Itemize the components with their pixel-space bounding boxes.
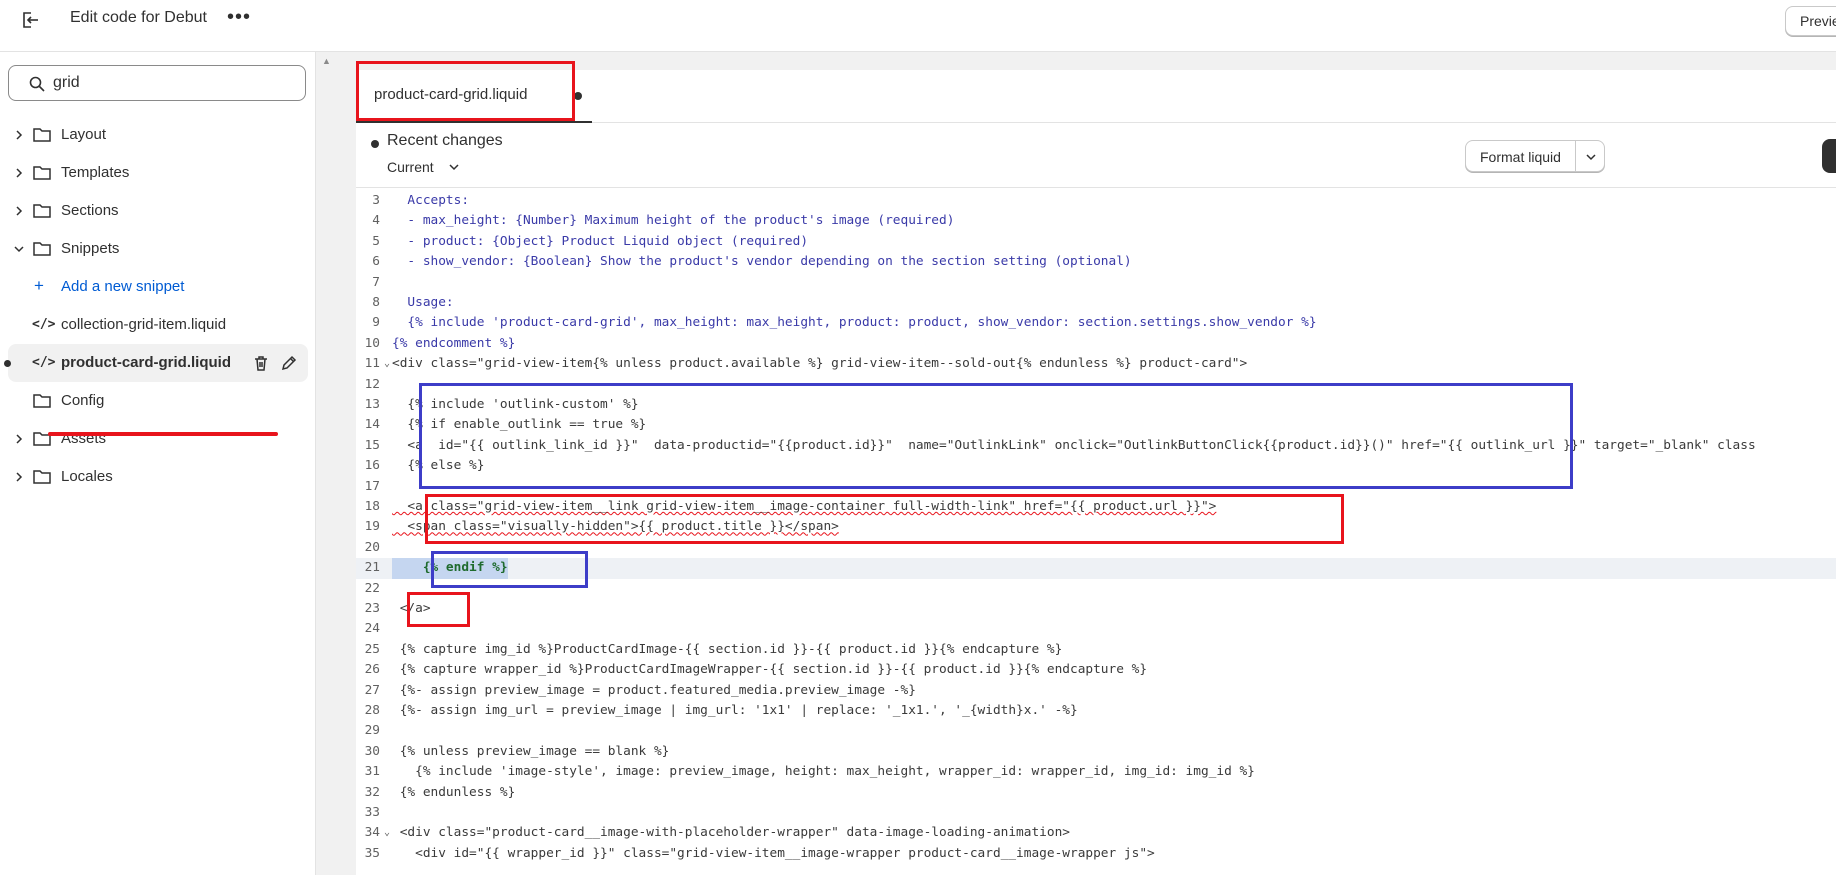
code-line: 33 [364,805,380,820]
folder-snippets[interactable]: Snippets [0,230,316,268]
folder-templates[interactable]: Templates [0,154,316,192]
save-button[interactable] [1822,139,1836,173]
code-line: 8 Usage: [372,295,454,310]
annotation-underline [48,432,278,436]
code-line: 11 ⌄ <div class="grid-view-item{% unless p… [364,356,1248,372]
search-icon [29,76,45,92]
folder-icon [33,470,51,484]
code-line: 34 ⌄ <div class="product-card__image-with… [364,825,1070,841]
exit-icon[interactable] [18,8,42,32]
top-bar: Edit code for Debut ••• Preview [0,0,1836,52]
file-tree: Layout Templates Sections Snippets + Add… [0,116,316,496]
code-line: 22 [364,580,380,596]
code-line-active: 21 {% endif %} [356,558,1836,579]
folder-locales[interactable]: Locales [0,458,316,496]
folder-icon [33,242,51,256]
version-select[interactable]: Current [387,159,434,175]
folder-label: Config [61,392,105,409]
search-input[interactable] [53,72,293,94]
code-line: 19 <span class="visually-hidden">{{ prod… [364,519,839,535]
code-line: 18 <a class="grid-view-item__link grid-v… [364,499,1217,514]
code-line: 10 {% endcomment %} [364,335,516,351]
tab-bar: product-card-grid.liquid [356,70,1836,123]
search-box [8,65,306,101]
chevron-down-icon[interactable] [1585,151,1597,163]
folder-sections[interactable]: Sections [0,192,316,230]
folder-icon [33,166,51,180]
folder-layout[interactable]: Layout [0,116,316,154]
add-snippet-label: Add a new snippet [61,278,185,295]
code-line: 6 - show_vendor: {Boolean} Show the prod… [372,254,1132,270]
code-line: 23 </a> [364,601,431,616]
more-actions-icon[interactable]: ••• [227,6,251,29]
recent-changes-bar: Recent changes Current Format liquid [356,123,1836,188]
code-line: 15 <a id="{{ outlink_link_id }}" data-pr… [364,437,1756,453]
changes-dot [371,140,379,148]
editor-area: product-card-grid.liquid Recent changes … [336,52,1836,875]
code-line: 13 {% include 'outlink-custom' %} [364,397,639,412]
chevron-right-icon [16,168,23,178]
code-line: 17 [364,478,380,494]
app-title: Edit code for Debut [70,9,207,26]
file-collection-grid-item[interactable]: </> collection-grid-item.liquid [0,306,316,344]
scroll-up-icon[interactable]: ▲ [322,56,331,66]
plus-icon: + [34,276,44,295]
code-line: 31 {% include 'image-style', image: prev… [364,764,1255,780]
folder-label: Layout [61,126,107,143]
unsaved-dot [574,92,582,100]
pencil-icon[interactable] [280,354,298,372]
code-line: 27 {%- assign preview_image = product.fe… [364,682,916,698]
chevron-down-icon[interactable] [448,161,460,173]
recent-changes-title: Recent changes [387,132,503,149]
code-line: 3 Accepts: [372,193,470,208]
file-label: product-card-grid.liquid [61,354,231,371]
add-snippet-link[interactable]: + Add a new snippet [0,268,316,306]
sidebar-resize-strip[interactable] [316,52,336,875]
code-line: 9 {% include 'product-card-grid', max_he… [372,315,1317,331]
folder-assets[interactable]: Assets [0,420,316,458]
folder-label: Snippets [61,240,120,257]
code-line: 16 {% else %} [364,458,485,474]
format-liquid-button[interactable]: Format liquid [1465,140,1605,172]
unsaved-dot [4,360,11,367]
folder-label: Sections [61,202,119,219]
folder-icon [33,204,51,218]
file-product-card-grid[interactable]: </> product-card-grid.liquid [4,344,308,382]
chevron-down-icon [14,246,24,253]
code-line: 20 [364,539,380,555]
code-file-icon: </> [32,317,56,332]
trash-icon[interactable] [252,354,270,372]
tab-product-card-grid[interactable]: product-card-grid.liquid [356,70,592,123]
folder-label: Locales [61,468,113,485]
code-line: 30 {% unless preview_image == blank %} [364,743,670,759]
format-liquid-label: Format liquid [1480,149,1561,165]
folder-label: Templates [61,164,130,181]
code-line: 26 {% capture wrapper_id %}ProductCardIm… [364,662,1148,678]
code-line: 4 - max_height: {Number} Maximum height … [372,213,955,229]
button-divider [1575,141,1576,171]
file-sidebar: Layout Templates Sections Snippets + Add… [0,52,316,875]
code-line: 14 {% if enable_outlink == true %} [364,417,647,433]
code-line: 29 [364,723,380,739]
chevron-right-icon [16,130,23,140]
chevron-right-icon [16,206,23,216]
folder-icon [33,128,51,142]
code-line: 35 <div id="{{ wrapper_id }}" class="gri… [364,845,1155,861]
code-file-icon: </> [32,355,56,370]
file-label: collection-grid-item.liquid [61,316,227,333]
chevron-right-icon [16,472,23,482]
code-line: 25 {% capture img_id %}ProductCardImage-… [364,641,1063,657]
code-line: 12 [364,376,380,392]
code-line: 24 [364,621,380,637]
folder-icon [33,394,51,408]
code-line: 28 {%- assign img_url = preview_image | … [364,703,1078,718]
code-line: 7 [372,274,380,290]
code-editor[interactable]: 3 Accepts: 4 - max_height: {Number} Maxi… [356,188,1836,875]
folder-config[interactable]: Config [0,382,316,420]
chevron-right-icon [16,434,23,444]
preview-button[interactable]: Preview [1785,6,1836,36]
code-line: 5 - product: {Object} Product Liquid obj… [372,233,809,249]
code-line: 32 {% endunless %} [364,784,516,800]
tab-label: product-card-grid.liquid [374,86,528,103]
